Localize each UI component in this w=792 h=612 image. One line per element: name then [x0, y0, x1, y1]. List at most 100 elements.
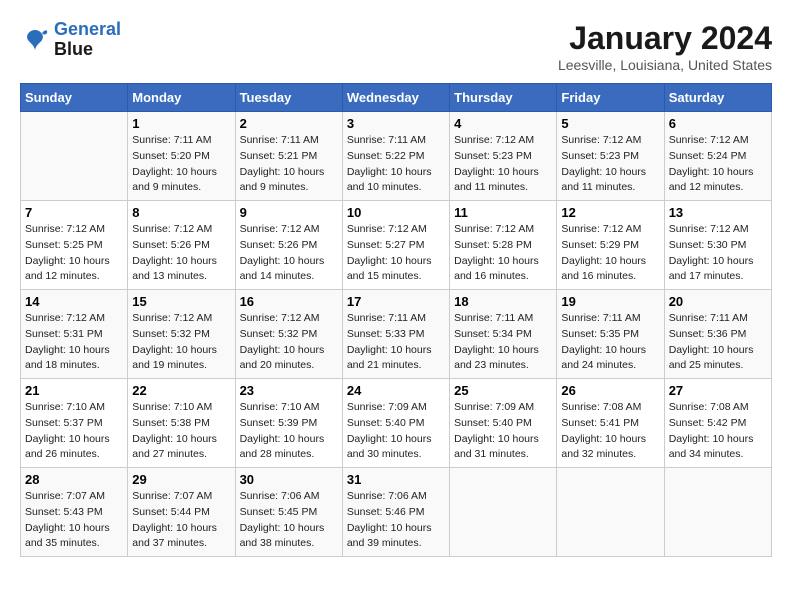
day-number: 21	[25, 383, 123, 398]
day-info: Sunrise: 7:08 AMSunset: 5:41 PMDaylight:…	[561, 400, 659, 463]
column-header-thursday: Thursday	[450, 84, 557, 112]
calendar-cell: 11 Sunrise: 7:12 AMSunset: 5:28 PMDayligh…	[450, 201, 557, 290]
calendar-cell: 7 Sunrise: 7:12 AMSunset: 5:25 PMDaylight…	[21, 201, 128, 290]
column-header-monday: Monday	[128, 84, 235, 112]
logo-text: General Blue	[54, 20, 121, 60]
calendar-cell: 22 Sunrise: 7:10 AMSunset: 5:38 PMDayligh…	[128, 379, 235, 468]
day-number: 7	[25, 205, 123, 220]
calendar-week-row: 7 Sunrise: 7:12 AMSunset: 5:25 PMDaylight…	[21, 201, 772, 290]
day-number: 28	[25, 472, 123, 487]
calendar-cell: 15Sunrise: 7:12 AMSunset: 5:32 PMDayligh…	[128, 290, 235, 379]
day-info: Sunrise: 7:08 AMSunset: 5:42 PMDaylight:…	[669, 400, 767, 463]
day-info: Sunrise: 7:10 AMSunset: 5:38 PMDaylight:…	[132, 400, 230, 463]
day-number: 31	[347, 472, 445, 487]
day-info: Sunrise: 7:11 AMSunset: 5:36 PMDaylight:…	[669, 311, 767, 374]
day-info: Sunrise: 7:12 AMSunset: 5:23 PMDaylight:…	[454, 133, 552, 196]
day-number: 26	[561, 383, 659, 398]
column-header-sunday: Sunday	[21, 84, 128, 112]
day-info: Sunrise: 7:06 AMSunset: 5:45 PMDaylight:…	[240, 489, 338, 552]
day-number: 14	[25, 294, 123, 309]
title-block: January 2024 Leesville, Louisiana, Unite…	[558, 20, 772, 73]
day-info: Sunrise: 7:10 AMSunset: 5:39 PMDaylight:…	[240, 400, 338, 463]
day-number: 19	[561, 294, 659, 309]
column-header-tuesday: Tuesday	[235, 84, 342, 112]
calendar-cell: 24 Sunrise: 7:09 AMSunset: 5:40 PMDayligh…	[342, 379, 449, 468]
column-header-friday: Friday	[557, 84, 664, 112]
day-number: 27	[669, 383, 767, 398]
month-title: January 2024	[558, 20, 772, 57]
day-info: Sunrise: 7:11 AMSunset: 5:33 PMDaylight:…	[347, 311, 445, 374]
calendar-cell: 16 Sunrise: 7:12 AMSunset: 5:32 PMDayligh…	[235, 290, 342, 379]
day-number: 17	[347, 294, 445, 309]
day-info: Sunrise: 7:12 AMSunset: 5:25 PMDaylight:…	[25, 222, 123, 285]
calendar-cell: 9 Sunrise: 7:12 AMSunset: 5:26 PMDaylight…	[235, 201, 342, 290]
calendar-cell: 13 Sunrise: 7:12 AMSunset: 5:30 PMDayligh…	[664, 201, 771, 290]
day-info: Sunrise: 7:12 AMSunset: 5:26 PMDaylight:…	[132, 222, 230, 285]
calendar-cell: 31 Sunrise: 7:06 AMSunset: 5:46 PMDayligh…	[342, 468, 449, 557]
calendar-cell: 6Sunrise: 7:12 AMSunset: 5:24 PMDaylight…	[664, 112, 771, 201]
day-number: 1	[132, 116, 230, 131]
column-header-wednesday: Wednesday	[342, 84, 449, 112]
day-info: Sunrise: 7:07 AMSunset: 5:44 PMDaylight:…	[132, 489, 230, 552]
day-info: Sunrise: 7:11 AMSunset: 5:34 PMDaylight:…	[454, 311, 552, 374]
day-number: 24	[347, 383, 445, 398]
calendar-cell: 30 Sunrise: 7:06 AMSunset: 5:45 PMDayligh…	[235, 468, 342, 557]
day-number: 29	[132, 472, 230, 487]
calendar-cell: 23 Sunrise: 7:10 AMSunset: 5:39 PMDayligh…	[235, 379, 342, 468]
day-number: 11	[454, 205, 552, 220]
calendar-cell	[664, 468, 771, 557]
day-info: Sunrise: 7:11 AMSunset: 5:20 PMDaylight:…	[132, 133, 230, 196]
day-number: 9	[240, 205, 338, 220]
calendar-header-row: SundayMondayTuesdayWednesdayThursdayFrid…	[21, 84, 772, 112]
day-number: 25	[454, 383, 552, 398]
day-info: Sunrise: 7:06 AMSunset: 5:46 PMDaylight:…	[347, 489, 445, 552]
day-number: 10	[347, 205, 445, 220]
calendar-cell: 27 Sunrise: 7:08 AMSunset: 5:42 PMDayligh…	[664, 379, 771, 468]
day-number: 20	[669, 294, 767, 309]
day-info: Sunrise: 7:10 AMSunset: 5:37 PMDaylight:…	[25, 400, 123, 463]
calendar-cell: 19 Sunrise: 7:11 AMSunset: 5:35 PMDayligh…	[557, 290, 664, 379]
day-number: 23	[240, 383, 338, 398]
calendar-table: SundayMondayTuesdayWednesdayThursdayFrid…	[20, 83, 772, 557]
calendar-cell: 5Sunrise: 7:12 AMSunset: 5:23 PMDaylight…	[557, 112, 664, 201]
calendar-week-row: 28 Sunrise: 7:07 AMSunset: 5:43 PMDayligh…	[21, 468, 772, 557]
calendar-cell: 28 Sunrise: 7:07 AMSunset: 5:43 PMDayligh…	[21, 468, 128, 557]
day-number: 12	[561, 205, 659, 220]
calendar-week-row: 14Sunrise: 7:12 AMSunset: 5:31 PMDayligh…	[21, 290, 772, 379]
day-info: Sunrise: 7:12 AMSunset: 5:27 PMDaylight:…	[347, 222, 445, 285]
calendar-cell	[450, 468, 557, 557]
logo-icon	[20, 25, 50, 55]
calendar-cell: 3Sunrise: 7:11 AMSunset: 5:22 PMDaylight…	[342, 112, 449, 201]
day-info: Sunrise: 7:12 AMSunset: 5:26 PMDaylight:…	[240, 222, 338, 285]
day-info: Sunrise: 7:11 AMSunset: 5:35 PMDaylight:…	[561, 311, 659, 374]
logo: General Blue	[20, 20, 121, 60]
day-number: 15	[132, 294, 230, 309]
day-number: 18	[454, 294, 552, 309]
day-info: Sunrise: 7:12 AMSunset: 5:28 PMDaylight:…	[454, 222, 552, 285]
day-number: 2	[240, 116, 338, 131]
calendar-cell: 17 Sunrise: 7:11 AMSunset: 5:33 PMDayligh…	[342, 290, 449, 379]
day-number: 8	[132, 205, 230, 220]
day-info: Sunrise: 7:09 AMSunset: 5:40 PMDaylight:…	[347, 400, 445, 463]
day-number: 22	[132, 383, 230, 398]
day-info: Sunrise: 7:12 AMSunset: 5:32 PMDaylight:…	[240, 311, 338, 374]
day-number: 3	[347, 116, 445, 131]
calendar-cell: 20 Sunrise: 7:11 AMSunset: 5:36 PMDayligh…	[664, 290, 771, 379]
day-info: Sunrise: 7:09 AMSunset: 5:40 PMDaylight:…	[454, 400, 552, 463]
day-number: 13	[669, 205, 767, 220]
calendar-cell: 25 Sunrise: 7:09 AMSunset: 5:40 PMDayligh…	[450, 379, 557, 468]
day-info: Sunrise: 7:12 AMSunset: 5:30 PMDaylight:…	[669, 222, 767, 285]
calendar-cell: 29 Sunrise: 7:07 AMSunset: 5:44 PMDayligh…	[128, 468, 235, 557]
day-number: 16	[240, 294, 338, 309]
calendar-week-row: 21 Sunrise: 7:10 AMSunset: 5:37 PMDayligh…	[21, 379, 772, 468]
day-number: 30	[240, 472, 338, 487]
page-header: General Blue January 2024 Leesville, Lou…	[20, 20, 772, 73]
calendar-cell	[557, 468, 664, 557]
day-info: Sunrise: 7:12 AMSunset: 5:23 PMDaylight:…	[561, 133, 659, 196]
calendar-cell: 21 Sunrise: 7:10 AMSunset: 5:37 PMDayligh…	[21, 379, 128, 468]
day-info: Sunrise: 7:11 AMSunset: 5:21 PMDaylight:…	[240, 133, 338, 196]
day-info: Sunrise: 7:12 AMSunset: 5:29 PMDaylight:…	[561, 222, 659, 285]
day-info: Sunrise: 7:07 AMSunset: 5:43 PMDaylight:…	[25, 489, 123, 552]
calendar-cell: 4 Sunrise: 7:12 AMSunset: 5:23 PMDaylight…	[450, 112, 557, 201]
day-number: 4	[454, 116, 552, 131]
